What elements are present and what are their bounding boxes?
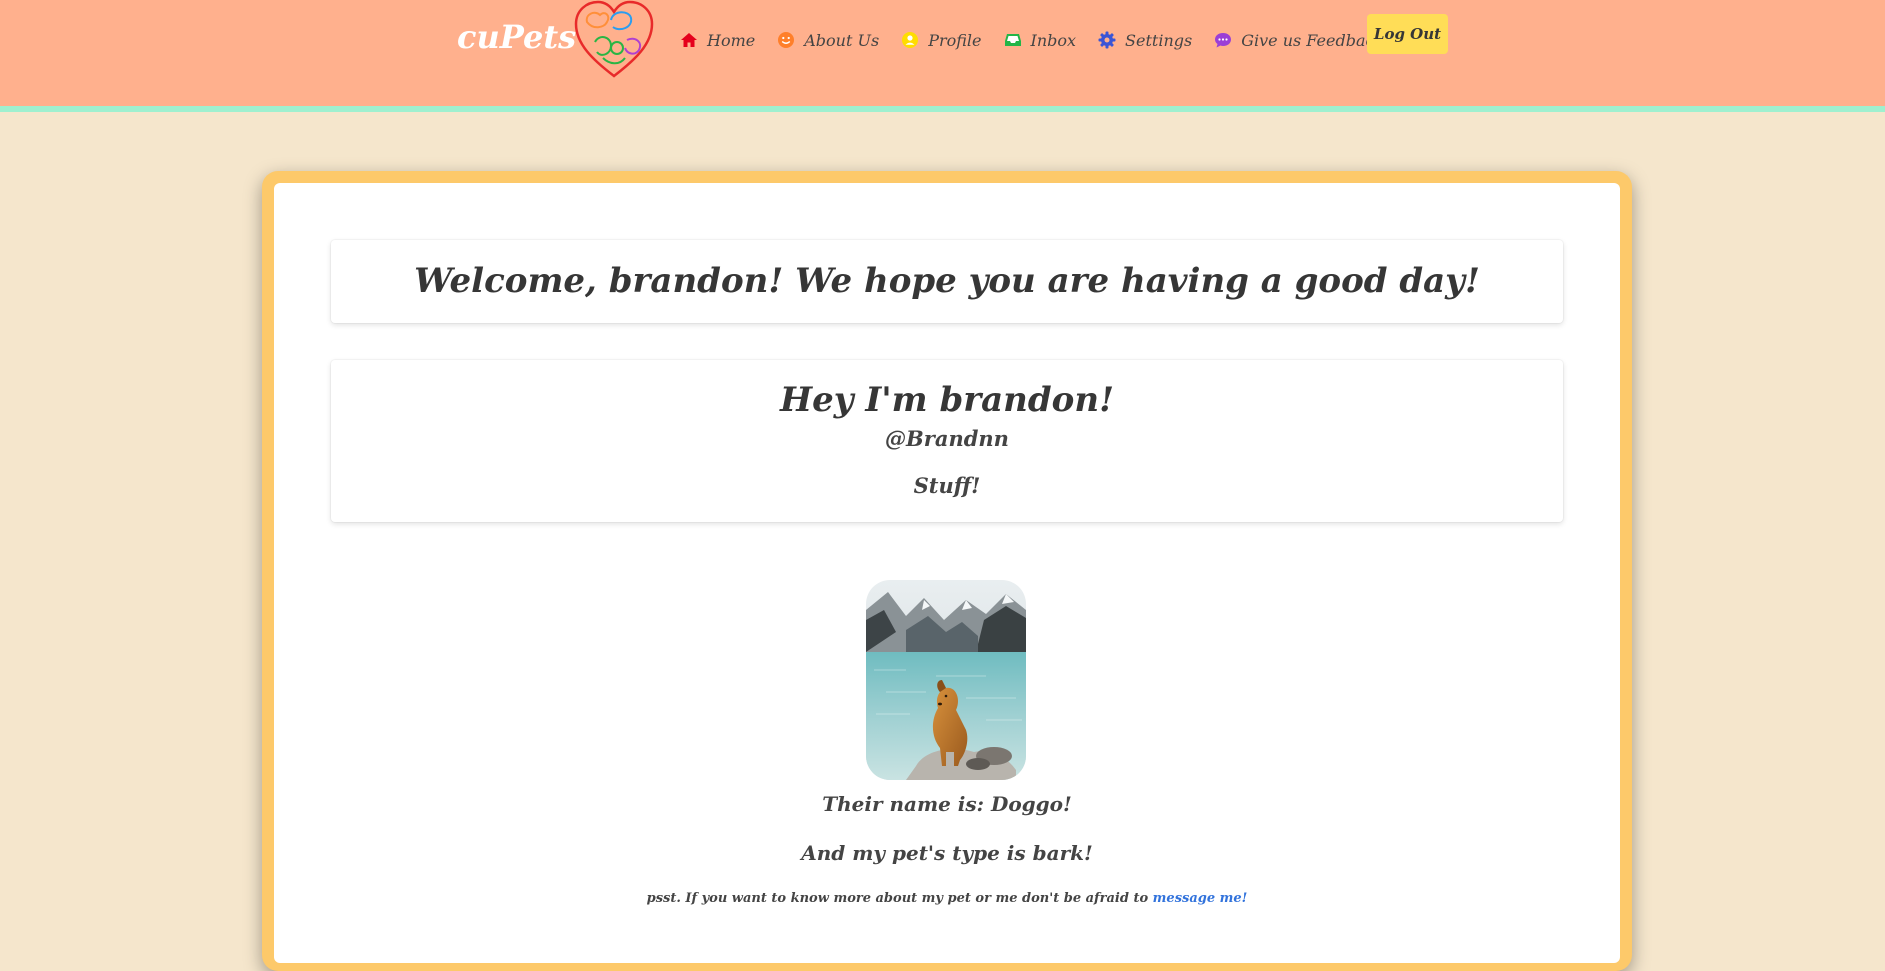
pet-name-line: Their name is: Doggo! xyxy=(822,792,1072,816)
brand-name[interactable]: cuPets xyxy=(457,18,576,56)
welcome-title: Welcome, brandon! We hope you are having… xyxy=(414,261,1480,301)
nav-label-profile: Profile xyxy=(928,30,982,50)
user-icon xyxy=(902,32,919,48)
profile-bio: Stuff! xyxy=(913,473,981,498)
home-icon xyxy=(681,33,697,47)
comment-icon xyxy=(1215,33,1232,48)
top-navbar: cuPets Home About Us Profile Inbox Setti… xyxy=(0,0,1885,112)
welcome-box: Welcome, brandon! We hope you are having… xyxy=(331,240,1563,323)
profile-title: Hey I'm brandon! xyxy=(779,380,1114,420)
message-me-link[interactable]: message me! xyxy=(1153,891,1248,906)
contact-note: psst. If you want to know more about my … xyxy=(274,891,1620,906)
nav-item-settings[interactable]: Settings xyxy=(1098,31,1192,50)
nav-label-feedback: Give us Feedback xyxy=(1241,30,1385,50)
smile-icon xyxy=(778,32,795,48)
heart-pets-logo[interactable] xyxy=(573,0,655,78)
gear-icon xyxy=(1098,31,1116,49)
nav-item-feedback[interactable]: Give us Feedback xyxy=(1214,31,1384,50)
contact-note-text: psst. If you want to know more about my … xyxy=(646,891,1153,906)
nav-links: Home About Us Profile Inbox Settings Giv… xyxy=(680,26,1384,54)
nav-label-inbox: Inbox xyxy=(1030,30,1077,50)
nav-item-home[interactable]: Home xyxy=(680,31,755,50)
nav-label-about-us: About Us xyxy=(804,30,880,50)
logout-button[interactable]: Log Out xyxy=(1367,14,1448,54)
profile-card: Welcome, brandon! We hope you are having… xyxy=(274,183,1620,963)
nav-label-settings: Settings xyxy=(1125,30,1193,50)
profile-info-box: Hey I'm brandon! @Brandnn Stuff! xyxy=(331,360,1563,522)
inbox-icon xyxy=(1004,34,1021,46)
nav-item-profile[interactable]: Profile xyxy=(901,30,982,50)
profile-card-frame: Welcome, brandon! We hope you are having… xyxy=(262,171,1632,971)
nav-item-inbox[interactable]: Inbox xyxy=(1004,30,1077,50)
nav-label-home: Home xyxy=(707,30,756,50)
nav-item-about-us[interactable]: About Us xyxy=(777,31,879,50)
profile-handle: @Brandnn xyxy=(885,426,1009,451)
pet-photo xyxy=(866,580,1026,780)
pet-type-line: And my pet's type is bark! xyxy=(801,841,1093,865)
